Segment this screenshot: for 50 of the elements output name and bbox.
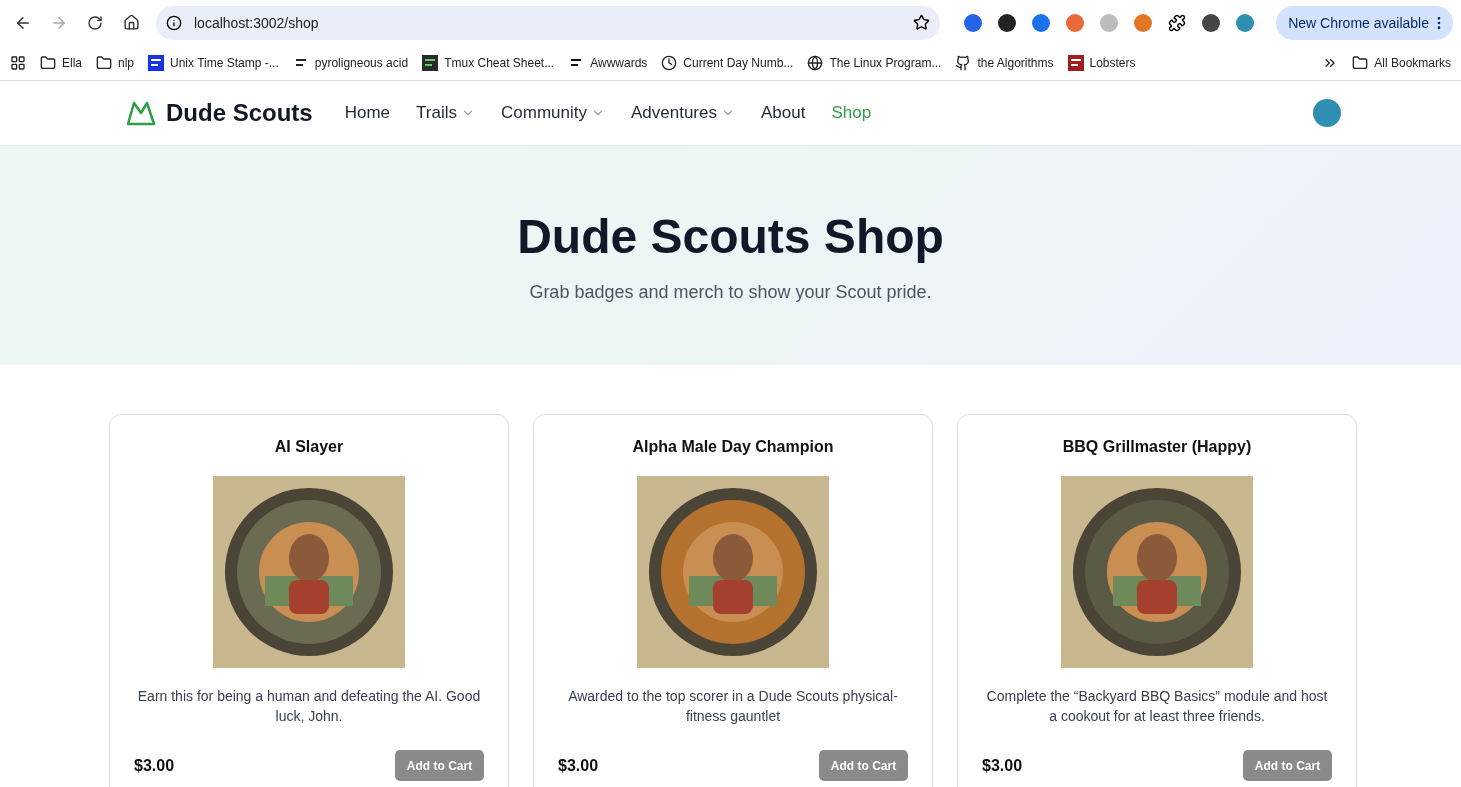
nav-link[interactable]: Adventures (630, 103, 735, 123)
bookmark[interactable]: Ella (40, 54, 82, 71)
avatar[interactable] (1313, 99, 1341, 127)
bookmark[interactable]: Unix Time Stamp -... (148, 54, 279, 71)
nav-link[interactable]: About (760, 103, 806, 123)
address-bar[interactable]: localhost:3002/shop (156, 5, 941, 40)
page-title: Dude Scouts Shop (517, 208, 944, 264)
product-description: Complete the “Backyard BBQ Basics” module and host a cookout for at least three friends. (985, 687, 1329, 726)
bookmark[interactable]: nlp (96, 54, 135, 71)
home-icon (122, 14, 140, 31)
star-icon[interactable] (913, 14, 931, 31)
product-description: Awarded to the top scorer in a Dude Scouts physical-fitness gauntlet (567, 687, 899, 726)
cat-icon (955, 54, 972, 71)
product-price: $3.00 (982, 756, 1023, 775)
globe-icon (807, 54, 824, 71)
product-price: $3.00 (558, 756, 599, 775)
nav-link[interactable]: Community (501, 103, 605, 123)
clock-icon (661, 54, 678, 71)
update-button[interactable]: New Chrome available (1276, 5, 1453, 40)
folder-icon (1352, 54, 1369, 71)
mountain-logo-icon (126, 100, 156, 126)
favicon-icon (148, 54, 165, 71)
nav-link[interactable]: Home (344, 103, 391, 123)
brand-name[interactable]: Dude Scouts (166, 99, 313, 127)
product-price: $3.00 (134, 756, 175, 775)
product-title: AI Slayer (274, 438, 344, 456)
bookmark[interactable]: Awwwards (568, 54, 648, 71)
extension-icon[interactable] (998, 13, 1017, 32)
reload-icon (87, 14, 103, 31)
bookmark[interactable]: The Linux Program... (807, 54, 942, 71)
avatar[interactable] (1236, 13, 1255, 32)
nav-link[interactable]: Trails (416, 103, 475, 123)
bookmark[interactable]: Lobsters (1067, 54, 1136, 71)
apps-icon[interactable] (10, 54, 26, 71)
product-description: Earn this for being a human and defeating the AI. Good luck, John. (136, 687, 482, 726)
page-subtitle: Grab badges and merch to show your Scout pride. (529, 281, 932, 303)
folder-icon (40, 54, 56, 71)
info-icon (166, 14, 182, 31)
product-title: Alpha Male Day Champion (632, 438, 834, 456)
extension-icon[interactable] (1202, 13, 1221, 32)
bookmark[interactable]: Current Day Numb... (661, 54, 794, 71)
favicon-icon (1067, 54, 1084, 71)
favicon-icon (422, 54, 439, 71)
puzzle-icon[interactable] (1168, 13, 1187, 32)
product-title: BBQ Grillmaster (Happy) (1062, 438, 1252, 456)
bookmark[interactable]: All Bookmarks (1352, 54, 1451, 71)
bookmark[interactable]: the Algorithms (955, 54, 1054, 71)
bookmark[interactable]: Tmux Cheat Sheet... (422, 54, 555, 71)
folder-icon (96, 54, 112, 71)
bookmark[interactable]: pyroligneous acid (292, 54, 409, 71)
